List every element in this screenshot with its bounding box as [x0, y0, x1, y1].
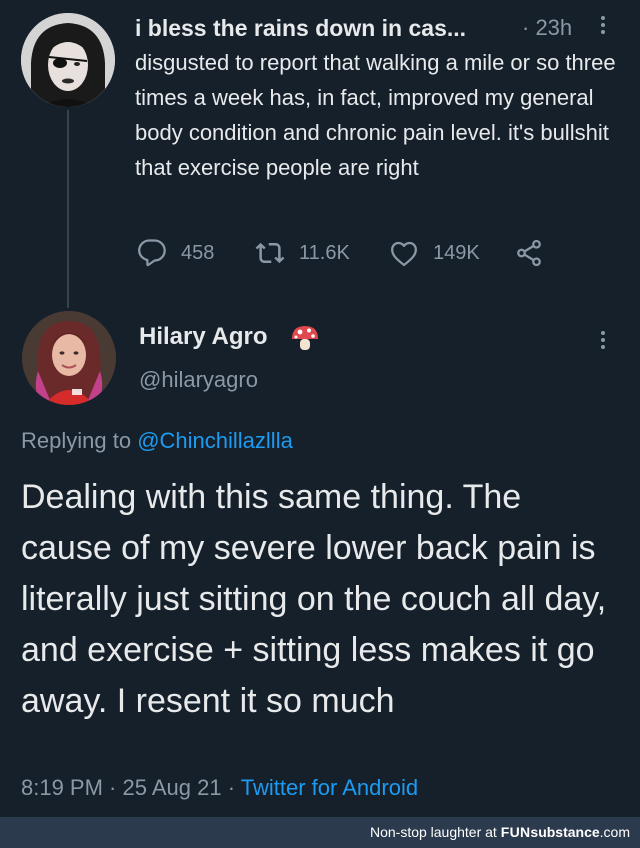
watermark-brand-suffix: substance: [530, 824, 600, 840]
retweet-count: 11.6K: [299, 241, 350, 264]
tweet-date[interactable]: 25 Aug 21: [123, 775, 222, 800]
retweet-icon: [255, 242, 285, 264]
watermark-domain: .com: [599, 824, 630, 840]
meta-separator: ·: [221, 775, 241, 800]
author-display-name[interactable]: Hilary Agro: [139, 323, 267, 351]
reply-count: 458: [181, 241, 215, 264]
author-handle[interactable]: @hilaryagro: [139, 367, 258, 393]
tweet-text: Dealing with this same thing. The cause …: [21, 478, 607, 720]
avatar[interactable]: [22, 311, 116, 405]
replying-prefix: Replying to: [21, 428, 132, 453]
meta-separator: ·: [102, 775, 123, 800]
tweet-time[interactable]: 8:19 PM: [21, 775, 103, 800]
reply-icon: [138, 239, 166, 267]
avatar-image: [21, 13, 115, 107]
retweet-button[interactable]: 11.6K: [255, 238, 350, 268]
top-tweet-text: disgusted to report that walking a mile …: [135, 50, 616, 180]
watermark-brand: FUN: [500, 824, 531, 840]
replying-to: Replying to @Chinchillazllla: [21, 428, 293, 454]
tweet-meta: 8:19 PM · 25 Aug 21 · Twitter for Androi…: [21, 775, 418, 801]
top-tweet-display-name[interactable]: i bless the rains down in cas...: [135, 15, 466, 42]
thread-connector: [67, 110, 69, 308]
avatar-image: [22, 311, 116, 405]
watermark-bar: Non-stop laughter at FUNsubstance.com: [0, 817, 640, 848]
watermark-prefix: Non-stop laughter at: [369, 824, 501, 840]
share-button[interactable]: [514, 238, 544, 268]
more-icon[interactable]: [593, 13, 613, 39]
replying-mention-link[interactable]: @Chinchillazllla: [137, 428, 293, 453]
like-count: 149K: [433, 241, 480, 264]
more-icon[interactable]: [593, 328, 613, 354]
watermark-text: Non-stop laughter at FUNsubstance.com: [370, 824, 630, 840]
like-button[interactable]: 149K: [389, 238, 480, 268]
reply-button[interactable]: 458: [137, 238, 214, 268]
heart-icon: [391, 241, 417, 267]
share-icon: [517, 239, 541, 267]
avatar[interactable]: [21, 13, 115, 107]
tweet-source-link[interactable]: Twitter for Android: [241, 775, 418, 800]
mushroom-icon: [292, 326, 318, 350]
top-tweet-time[interactable]: · 23h: [522, 15, 572, 41]
